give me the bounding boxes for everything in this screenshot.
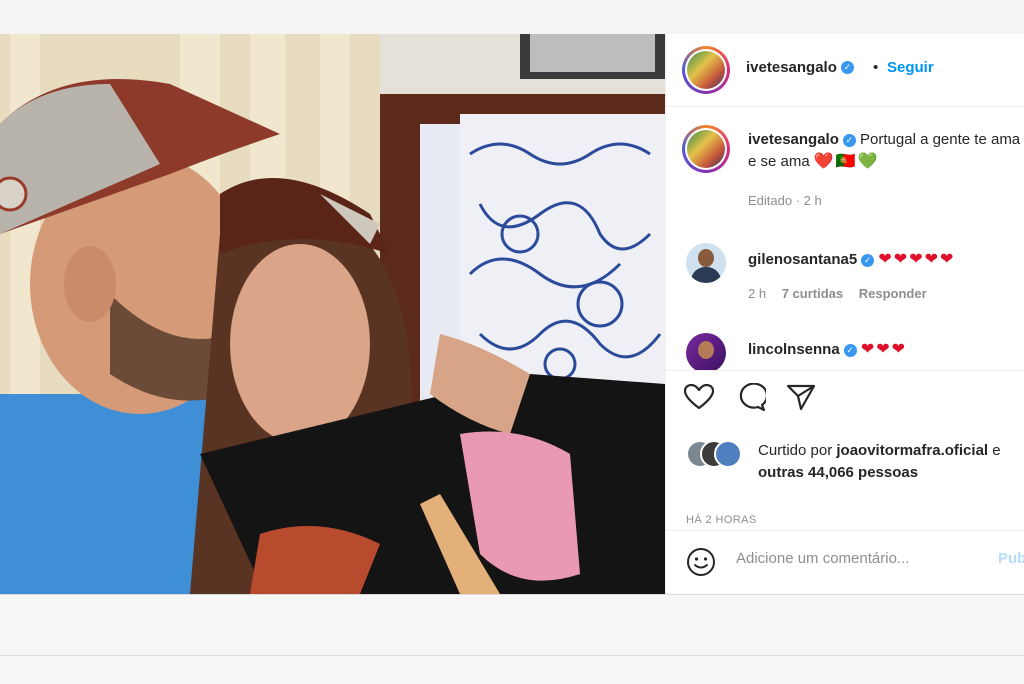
comment-likes[interactable]: 7 curtidas	[782, 286, 843, 301]
follow-button[interactable]: Seguir	[887, 59, 934, 76]
caption: ivetesangalo ✓ Portugal a gente te ama e …	[748, 129, 1023, 173]
browser-top-strip	[0, 0, 1024, 35]
post-photo[interactable]	[0, 34, 665, 594]
comment-meta: 2 h 7 curtidas Responder	[748, 286, 927, 301]
author-username[interactable]: ivetesangalo	[746, 59, 837, 76]
caption-username[interactable]: ivetesangalo	[748, 131, 839, 148]
commenter-avatar[interactable]	[686, 333, 726, 370]
heart-outline-icon[interactable]	[684, 384, 714, 410]
likes-connector: e	[992, 442, 1001, 459]
caption-avatar[interactable]	[682, 125, 730, 173]
comment-item: lincolnsenna ✓ ❤❤❤	[748, 339, 907, 361]
commenter-avatar[interactable]	[686, 243, 726, 283]
verified-badge-icon: ✓	[843, 343, 857, 357]
caption-emojis: ❤️🇵🇹💚	[813, 153, 880, 170]
caption-meta: Editado · 2 h	[748, 193, 822, 208]
publish-button[interactable]: Publicar	[998, 550, 1024, 567]
likes-prefix: Curtido por	[758, 442, 833, 459]
comments-list[interactable]: ivetesangalo ✓ Portugal a gente te ama e …	[666, 107, 1024, 370]
likes-user[interactable]: joaovitormafra.oficial	[836, 442, 988, 459]
comment-text: ❤❤❤	[860, 341, 908, 358]
follow-separator: •	[873, 59, 879, 76]
comment-bubble-icon[interactable]	[736, 383, 766, 411]
verified-badge-icon: ✓	[840, 61, 854, 75]
comment-form: Adicione um comentário... Publicar	[666, 530, 1024, 594]
paper-plane-icon[interactable]	[786, 383, 816, 411]
comment-username[interactable]: lincolnsenna	[748, 341, 840, 358]
post-header: ivetesangalo ✓ • Seguir	[666, 34, 1024, 107]
liker-avatars[interactable]	[686, 440, 746, 468]
smiley-icon[interactable]	[686, 547, 716, 577]
comment-input[interactable]: Adicione um comentário...	[736, 550, 909, 567]
reply-button[interactable]: Responder	[859, 286, 927, 301]
verified-badge-icon: ✓	[842, 133, 856, 147]
post-timestamp: HÁ 2 HORAS	[686, 514, 757, 526]
comment-text: ❤❤❤❤❤	[878, 251, 956, 268]
action-bar	[666, 370, 1024, 421]
likes-section: Curtido por joaovitormafra.oficial e out…	[666, 420, 1024, 531]
verified-badge-icon: ✓	[861, 253, 875, 267]
comment-item: gilenosantana5 ✓ ❤❤❤❤❤	[748, 249, 955, 271]
comment-time: 2 h	[748, 286, 767, 301]
divider	[0, 655, 1024, 656]
likes-text: Curtido por joaovitormafra.oficial e out…	[758, 440, 1023, 484]
author-avatar[interactable]	[682, 46, 730, 94]
post-photo-illustration	[0, 34, 665, 594]
comment-username[interactable]: gilenosantana5	[748, 251, 857, 268]
page-bottom-area	[0, 594, 1024, 684]
post-side-panel: ivetesangalo ✓ • Seguir ivetesangalo ✓ Por…	[665, 34, 1024, 594]
likes-others[interactable]: outras 44,066 pessoas	[758, 464, 918, 481]
